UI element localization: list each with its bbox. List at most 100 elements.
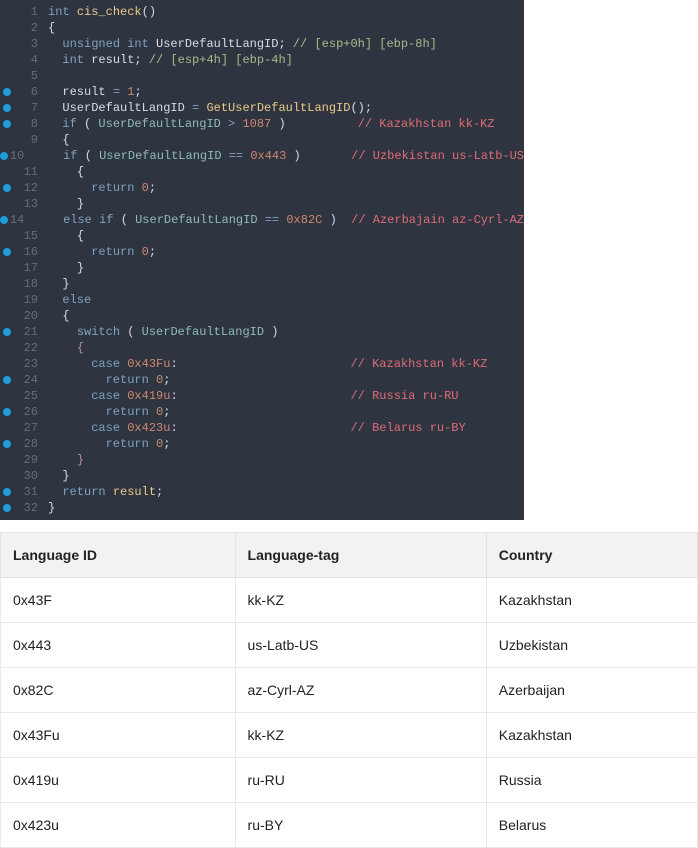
breakpoint-icon xyxy=(3,328,11,336)
cell-language-id: 0x419u xyxy=(1,758,236,803)
line-number: 25 xyxy=(14,388,48,404)
line-number: 3 xyxy=(14,36,48,52)
cell-country: Uzbekistan xyxy=(486,623,697,668)
cell-language-id: 0x423u xyxy=(1,803,236,848)
line-number: 23 xyxy=(14,356,48,372)
code-text: { xyxy=(48,164,524,180)
cell-language-tag: ru-RU xyxy=(235,758,486,803)
line-number: 21 xyxy=(14,324,48,340)
code-line: 1int cis_check() xyxy=(0,4,524,20)
code-line: 29 } xyxy=(0,452,524,468)
cell-language-tag: us-Latb-US xyxy=(235,623,486,668)
code-text: int result; // [esp+4h] [ebp-4h] xyxy=(48,52,524,68)
code-line: 9 { xyxy=(0,132,524,148)
cell-country: Azerbaijan xyxy=(486,668,697,713)
line-number: 30 xyxy=(14,468,48,484)
code-text: if ( UserDefaultLangID == 0x443 ) // Uzb… xyxy=(34,148,524,164)
code-text: return 0; xyxy=(48,436,524,452)
breakpoint-icon xyxy=(3,440,11,448)
code-line: 3 unsigned int UserDefaultLangID; // [es… xyxy=(0,36,524,52)
code-text: { xyxy=(48,340,524,356)
table-row: 0x419uru-RURussia xyxy=(1,758,698,803)
code-text: return 0; xyxy=(48,404,524,420)
cell-language-id: 0x43Fu xyxy=(1,713,236,758)
code-text: UserDefaultLangID = GetUserDefaultLangID… xyxy=(48,100,524,116)
code-line: 18 } xyxy=(0,276,524,292)
line-number: 7 xyxy=(14,100,48,116)
cell-language-tag: ru-BY xyxy=(235,803,486,848)
code-line: 13 } xyxy=(0,196,524,212)
code-text: { xyxy=(48,228,524,244)
line-number: 24 xyxy=(14,372,48,388)
code-line: 24 return 0; xyxy=(0,372,524,388)
line-number: 2 xyxy=(14,20,48,36)
code-text: int cis_check() xyxy=(48,4,524,20)
code-line: 10 if ( UserDefaultLangID == 0x443 ) // … xyxy=(0,148,524,164)
line-number: 32 xyxy=(14,500,48,516)
code-line: 19 else xyxy=(0,292,524,308)
breakpoint-icon xyxy=(3,184,11,192)
code-text: result = 1; xyxy=(48,84,524,100)
code-line: 21 switch ( UserDefaultLangID ) xyxy=(0,324,524,340)
code-text: } xyxy=(48,276,524,292)
code-text: } xyxy=(48,196,524,212)
table-row: 0x82Caz-Cyrl-AZAzerbaijan xyxy=(1,668,698,713)
code-line: 26 return 0; xyxy=(0,404,524,420)
line-number: 31 xyxy=(14,484,48,500)
breakpoint-icon xyxy=(3,488,11,496)
breakpoint-gutter[interactable] xyxy=(0,120,14,128)
table-row: 0x43Fukk-KZKazakhstan xyxy=(1,713,698,758)
breakpoint-icon xyxy=(3,104,11,112)
code-text: else if ( UserDefaultLangID == 0x82C ) /… xyxy=(34,212,524,228)
code-line: 17 } xyxy=(0,260,524,276)
code-text: unsigned int UserDefaultLangID; // [esp+… xyxy=(48,36,524,52)
line-number: 10 xyxy=(9,148,34,164)
breakpoint-gutter[interactable] xyxy=(0,440,14,448)
cell-country: Kazakhstan xyxy=(486,578,697,623)
code-text: return result; xyxy=(48,484,524,500)
breakpoint-gutter[interactable] xyxy=(0,488,14,496)
breakpoint-icon xyxy=(0,216,8,224)
table-header-row: Language ID Language-tag Country xyxy=(1,533,698,578)
line-number: 12 xyxy=(14,180,48,196)
code-line: 8 if ( UserDefaultLangID > 1087 ) // Kaz… xyxy=(0,116,524,132)
line-number: 29 xyxy=(14,452,48,468)
line-number: 14 xyxy=(9,212,34,228)
breakpoint-gutter[interactable] xyxy=(0,328,14,336)
line-number: 16 xyxy=(14,244,48,260)
cell-language-id: 0x43F xyxy=(1,578,236,623)
line-number: 6 xyxy=(14,84,48,100)
code-line: 23 case 0x43Fu: // Kazakhstan kk-KZ xyxy=(0,356,524,372)
code-text: return 0; xyxy=(48,372,524,388)
code-text: if ( UserDefaultLangID > 1087 ) // Kazak… xyxy=(48,116,524,132)
code-line: 30 } xyxy=(0,468,524,484)
breakpoint-gutter[interactable] xyxy=(0,248,14,256)
breakpoint-icon xyxy=(0,152,8,160)
code-line: 6 result = 1; xyxy=(0,84,524,100)
code-text: case 0x419u: // Russia ru-RU xyxy=(48,388,524,404)
breakpoint-icon xyxy=(3,376,11,384)
breakpoint-icon xyxy=(3,120,11,128)
code-text: case 0x423u: // Belarus ru-BY xyxy=(48,420,524,436)
breakpoint-gutter[interactable] xyxy=(0,152,9,160)
breakpoint-gutter[interactable] xyxy=(0,184,14,192)
line-number: 28 xyxy=(14,436,48,452)
breakpoint-gutter[interactable] xyxy=(0,504,14,512)
code-line: 5 xyxy=(0,68,524,84)
line-number: 17 xyxy=(14,260,48,276)
line-number: 5 xyxy=(14,68,48,84)
line-number: 19 xyxy=(14,292,48,308)
breakpoint-gutter[interactable] xyxy=(0,88,14,96)
breakpoint-gutter[interactable] xyxy=(0,216,9,224)
line-number: 26 xyxy=(14,404,48,420)
col-language-tag: Language-tag xyxy=(235,533,486,578)
cell-country: Kazakhstan xyxy=(486,713,697,758)
breakpoint-gutter[interactable] xyxy=(0,104,14,112)
decompiled-code-view: 1int cis_check()2 {3 unsigned int UserDef… xyxy=(0,0,524,520)
cell-language-tag: kk-KZ xyxy=(235,713,486,758)
code-line: 14 else if ( UserDefaultLangID == 0x82C … xyxy=(0,212,524,228)
line-number: 13 xyxy=(14,196,48,212)
table-row: 0x43Fkk-KZKazakhstan xyxy=(1,578,698,623)
breakpoint-gutter[interactable] xyxy=(0,376,14,384)
breakpoint-gutter[interactable] xyxy=(0,408,14,416)
